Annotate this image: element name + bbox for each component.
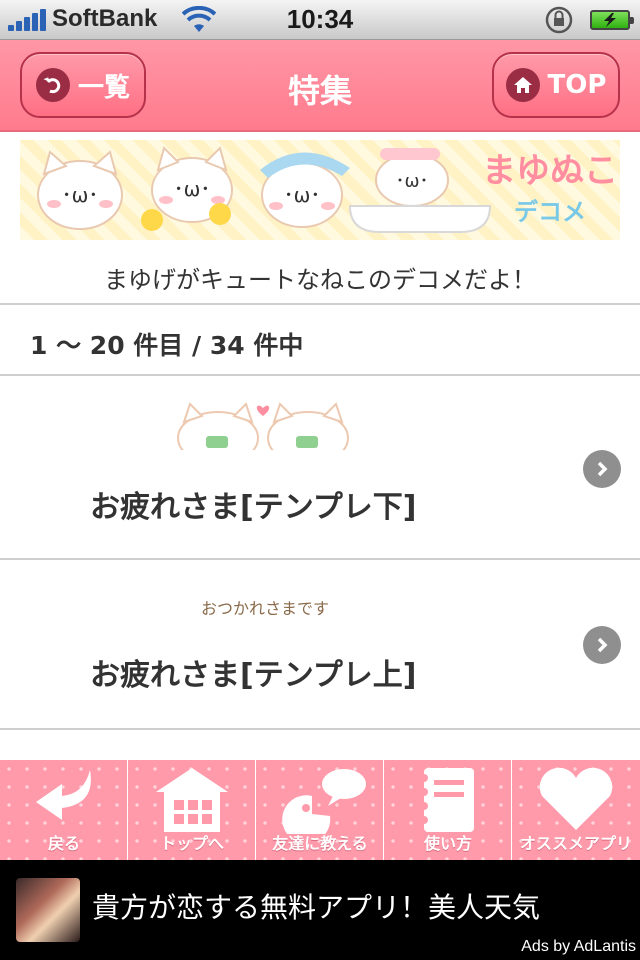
divider [0,728,640,730]
result-count: 1 〜 20 件目 / 34 件中 [30,331,304,360]
tab-bar: 戻る トップへ 友達に教える 使い方 オススメアプリ [0,760,640,860]
battery-icon [590,10,634,30]
home-icon [505,68,540,102]
status-bar: SoftBank 10:34 [0,0,640,40]
chevron-right-icon [583,450,621,488]
cat-pair-thumbnail [177,402,349,450]
notebook-icon [420,768,474,832]
top-button[interactable]: TOP [492,52,620,118]
divider [0,303,640,305]
tab-label: 戻る [47,834,80,853]
ad-thumbnail [16,878,80,942]
heart-icon [539,767,613,830]
back-arrow-icon [36,770,91,820]
svg-text:･ω･: ･ω･ [284,183,321,207]
undo-arrow-icon [35,68,70,102]
nav-bar: 一覧 特集 TOP [0,40,640,132]
thumbnail-text-image: おつかれさまです [201,599,329,618]
tab-recommended-apps[interactable]: オススメアプリ [512,760,640,860]
tab-label: 友達に教える [272,834,368,853]
svg-text:･ω･: ･ω･ [62,183,99,207]
banner-logo-text: まゆぬこ [482,151,618,191]
back-button-label: 一覧 [77,72,130,103]
tab-top[interactable]: トップへ [128,760,256,860]
rotation-lock-icon [545,6,573,34]
tab-label: 使い方 [423,834,472,853]
ad-text: 貴方が恋する無料アプリ！美人天気 [92,891,541,924]
top-button-label: TOP [547,70,607,100]
cat-characters-illustration: ･ω･ ･ω･ ･ω･ ･ω･ まゆぬこ デコメ [37,146,618,233]
feature-banner[interactable]: ･ω･ ･ω･ ･ω･ ･ω･ まゆぬこ デコメ [20,140,620,240]
ad-attribution: Ads by AdLantis [521,938,636,955]
ad-banner[interactable]: 貴方が恋する無料アプリ！美人天気 Ads by AdLantis [0,860,640,960]
page-title: 特集 [287,72,352,110]
house-icon [156,768,228,832]
tab-how-to-use[interactable]: 使い方 [384,760,512,860]
item-title: お疲れさま[テンプレ下] [90,490,417,525]
item-title: お疲れさま[テンプレ上] [90,658,417,693]
svg-text:･ω･: ･ω･ [174,177,211,201]
svg-text:･ω･: ･ω･ [395,171,428,192]
back-to-list-button[interactable]: 一覧 [20,52,146,118]
list-item[interactable]: お疲れさま[テンプレ下] [0,376,640,558]
speech-bubble-icon [282,769,366,834]
tab-label: オススメアプリ [519,834,632,853]
banner-logo-sub: デコメ [514,198,586,226]
list-item[interactable]: おつかれさまです お疲れさま[テンプレ上] [0,560,640,742]
chevron-right-icon [583,626,621,664]
tab-label: トップへ [159,834,224,853]
tab-tell-friends[interactable]: 友達に教える [256,760,384,860]
banner-description: まゆげがキュートなねこのデコメだよ！ [104,266,536,294]
tab-back[interactable]: 戻る [0,760,128,860]
svg-text:おつかれさまです: おつかれさまです [201,599,329,618]
